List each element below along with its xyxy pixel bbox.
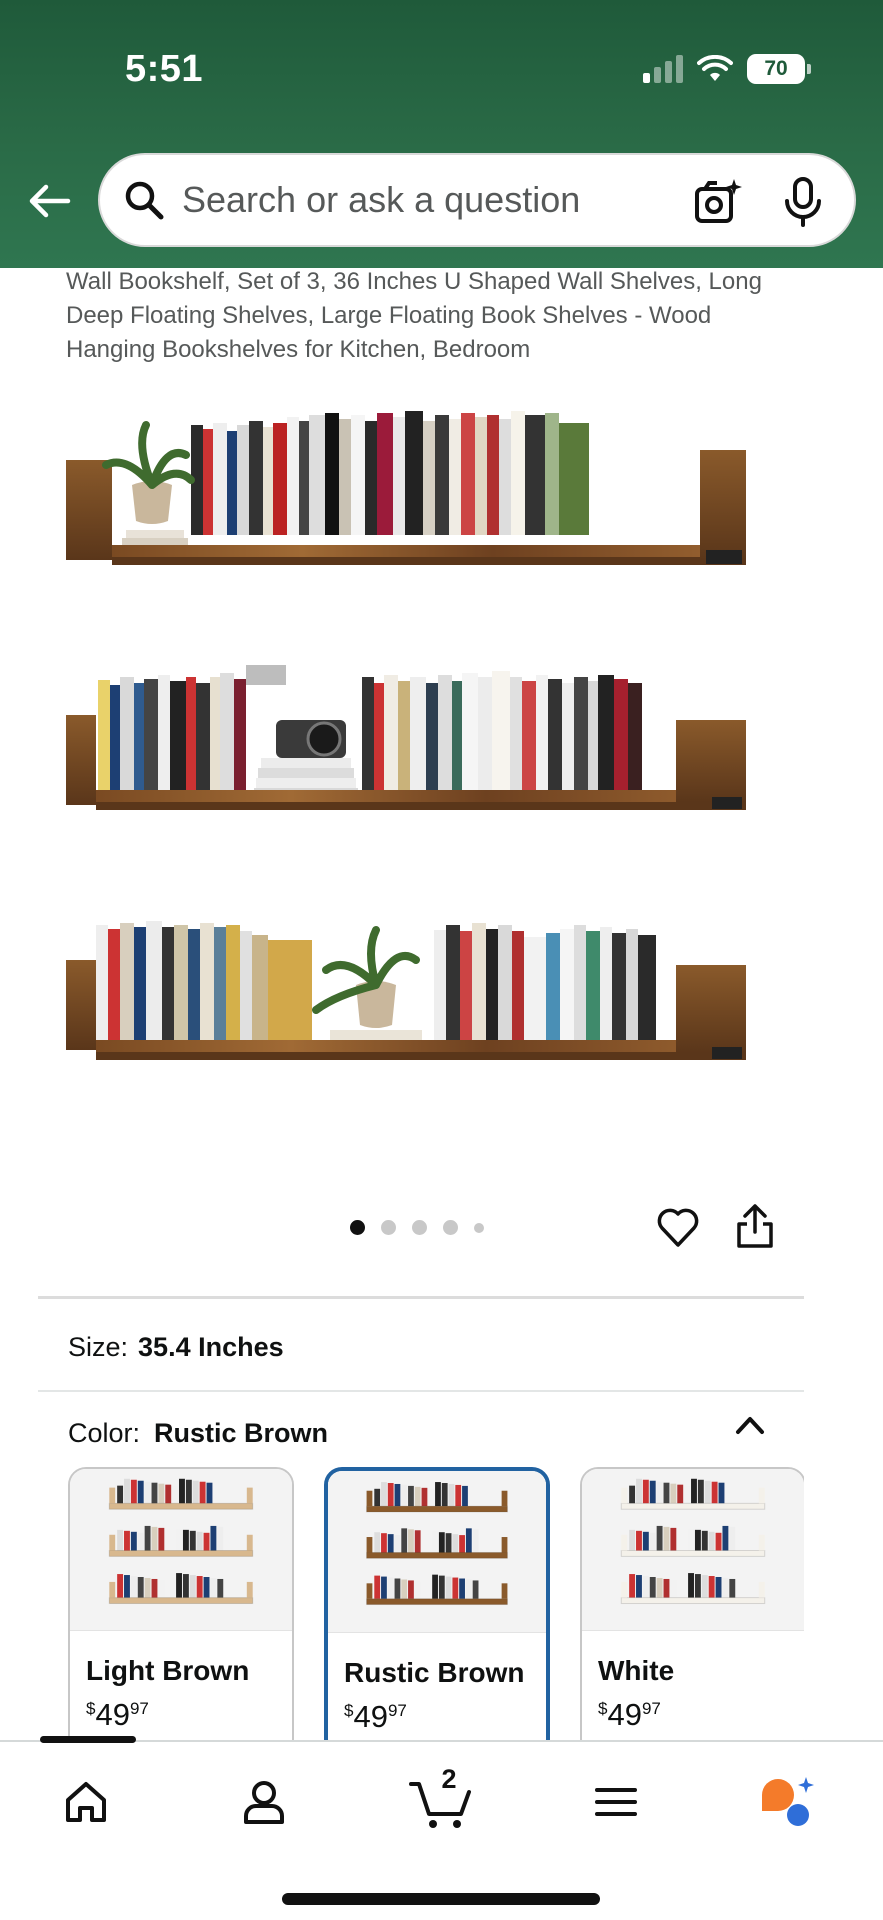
carousel-dot[interactable] [443,1220,458,1235]
carousel-dot[interactable] [474,1222,484,1233]
heart-icon[interactable] [656,1205,700,1249]
assistant-chat-icon [762,1777,814,1826]
microphone-icon[interactable] [778,175,828,229]
color-selector-header[interactable]: Color: Rustic Brown [68,1418,328,1449]
swatch-thumbnail [582,1469,804,1631]
size-value: 35.4 Inches [138,1332,284,1362]
color-label: Color: [68,1418,141,1448]
chevron-up-icon[interactable] [733,1410,767,1440]
back-arrow-icon[interactable] [24,176,74,226]
bottom-nav: 2 [0,1736,883,1920]
swatch-thumbnail [328,1471,546,1633]
books-row-3 [96,921,656,1050]
color-swatch-white[interactable]: White $4997 [580,1467,804,1742]
carousel-dot-active[interactable] [350,1220,365,1235]
header: 5:51 70 [0,0,883,268]
books-row-1 [191,411,589,535]
nav-cart[interactable]: 2 [406,1764,476,1834]
size-selector[interactable]: Size: 35.4 Inches [68,1332,284,1363]
color-value: Rustic Brown [154,1418,329,1448]
carousel-dot[interactable] [412,1220,427,1235]
camera-search-icon[interactable] [692,177,742,227]
swatch-name: Light Brown [86,1655,250,1686]
books-row-2 [98,665,642,800]
color-swatch-list: Light Brown $4997 Rustic Brown $4997 Whi… [68,1467,804,1742]
search-bar[interactable] [98,153,856,247]
battery-icon: 70 [747,54,811,84]
divider [38,1390,804,1392]
person-icon [244,1781,284,1824]
product-title[interactable]: Wall Bookshelf, Set of 3, 36 Inches U Sh… [66,265,766,367]
home-icon [66,1782,106,1822]
search-input[interactable] [182,179,662,221]
swatch-name: White [598,1655,675,1686]
swatch-price: $4997 [598,1697,661,1732]
product-image[interactable] [66,385,766,1135]
nav-account[interactable] [232,1770,296,1834]
cellular-signal-icon [643,55,683,83]
nav-rufus-assistant[interactable] [756,1770,820,1834]
swatch-price: $4997 [86,1697,149,1732]
nav-menu[interactable] [584,1770,648,1834]
carousel-dot[interactable] [381,1220,396,1235]
search-icon [125,181,164,220]
nav-active-indicator [40,1736,136,1743]
status-icons: 70 [643,54,811,84]
image-carousel-dots[interactable] [350,1220,484,1235]
swatch-name: Rustic Brown [344,1657,525,1688]
swatch-price: $4997 [344,1699,407,1734]
cart-count-badge: 2 [441,1764,457,1794]
swatch-thumbnail [70,1469,292,1631]
nav-home[interactable] [54,1770,118,1834]
share-icon[interactable] [734,1202,776,1250]
wifi-icon [697,55,733,81]
divider [38,1296,804,1299]
color-swatch-rustic-brown[interactable]: Rustic Brown $4997 [324,1467,550,1742]
status-time: 5:51 [125,48,204,90]
menu-icon [595,1788,637,1816]
color-swatch-light-brown[interactable]: Light Brown $4997 [68,1467,294,1742]
home-indicator [282,1893,600,1905]
size-label: Size: [68,1332,129,1362]
